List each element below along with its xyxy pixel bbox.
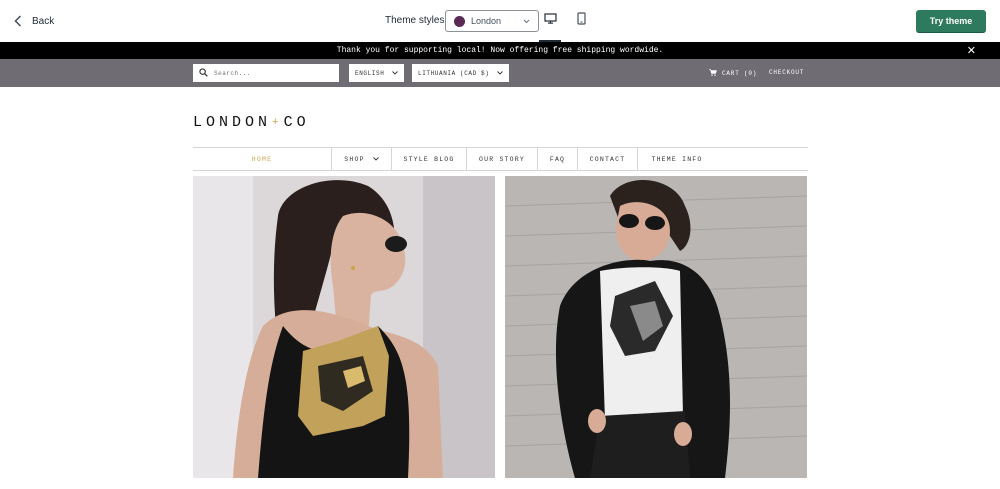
search-icon xyxy=(199,64,208,82)
nav-item-contact[interactable]: CONTACT xyxy=(578,148,638,170)
main-nav: HOME SHOP STYLE BLOG OUR STORY FAQ CONTA… xyxy=(193,147,808,171)
search-box xyxy=(193,64,339,82)
try-theme-button[interactable]: Try theme xyxy=(916,10,986,32)
style-select-value: London xyxy=(471,16,502,26)
theme-styles-label: Theme styles xyxy=(385,15,445,26)
chevron-down-icon xyxy=(372,156,379,163)
hero-image-right[interactable] xyxy=(505,176,807,478)
chevron-down-icon xyxy=(523,16,530,26)
nav-item-style-blog[interactable]: STYLE BLOG xyxy=(392,148,467,170)
back-label: Back xyxy=(32,15,55,27)
cart-icon xyxy=(709,69,717,78)
checkout-link[interactable]: CHECKOUT xyxy=(769,69,804,76)
cart-label: CART (0) xyxy=(722,70,758,77)
nav-item-label: SHOP xyxy=(344,155,365,163)
back-button[interactable]: Back xyxy=(14,10,54,32)
logo-text-right: CO xyxy=(283,114,310,131)
country-select[interactable]: LITHUANIA (CAD $) xyxy=(412,64,509,82)
nav-item-label: STYLE BLOG xyxy=(403,155,455,163)
nav-item-shop[interactable]: SHOP xyxy=(332,148,392,170)
nav-item-label: CONTACT xyxy=(589,155,626,163)
close-icon[interactable]: ✕ xyxy=(967,44,976,57)
nav-item-home[interactable]: HOME xyxy=(193,148,332,170)
language-value: ENGLISH xyxy=(355,69,385,77)
desktop-icon xyxy=(543,12,557,40)
desktop-view-button[interactable] xyxy=(539,12,561,42)
nav-item-label: OUR STORY xyxy=(479,155,525,163)
country-value: LITHUANIA (CAD $) xyxy=(418,69,490,77)
chevron-down-icon xyxy=(497,70,503,77)
mobile-view-button[interactable] xyxy=(570,12,592,38)
hero-image-left[interactable] xyxy=(193,176,495,478)
nav-item-label: FAQ xyxy=(549,155,566,163)
nav-item-our-story[interactable]: OUR STORY xyxy=(467,148,538,170)
announcement-bar: Thank you for supporting local! Now offe… xyxy=(0,42,1000,59)
nav-item-faq[interactable]: FAQ xyxy=(538,148,578,170)
nav-item-label: HOME xyxy=(251,155,273,163)
mobile-icon xyxy=(576,12,586,38)
language-select[interactable]: ENGLISH xyxy=(349,64,404,82)
style-swatch xyxy=(454,15,465,27)
logo-plus: + xyxy=(272,116,283,129)
theme-style-select[interactable]: London xyxy=(445,10,539,32)
nav-item-theme-info[interactable]: THEME INFO xyxy=(638,148,716,170)
utility-bar: ENGLISH LITHUANIA (CAD $) xyxy=(0,59,1000,87)
chevron-down-icon xyxy=(392,70,398,77)
store-logo[interactable]: LONDON + CO xyxy=(193,114,310,131)
chevron-left-icon xyxy=(14,15,22,27)
announcement-text: Thank you for supporting local! Now offe… xyxy=(336,46,664,55)
search-input[interactable] xyxy=(214,69,324,77)
nav-item-label: THEME INFO xyxy=(651,155,703,163)
cart-link[interactable]: CART (0) xyxy=(709,69,757,78)
preview-topbar: Back Theme styles London Try theme xyxy=(0,0,1000,42)
logo-text-left: LONDON xyxy=(193,114,272,131)
